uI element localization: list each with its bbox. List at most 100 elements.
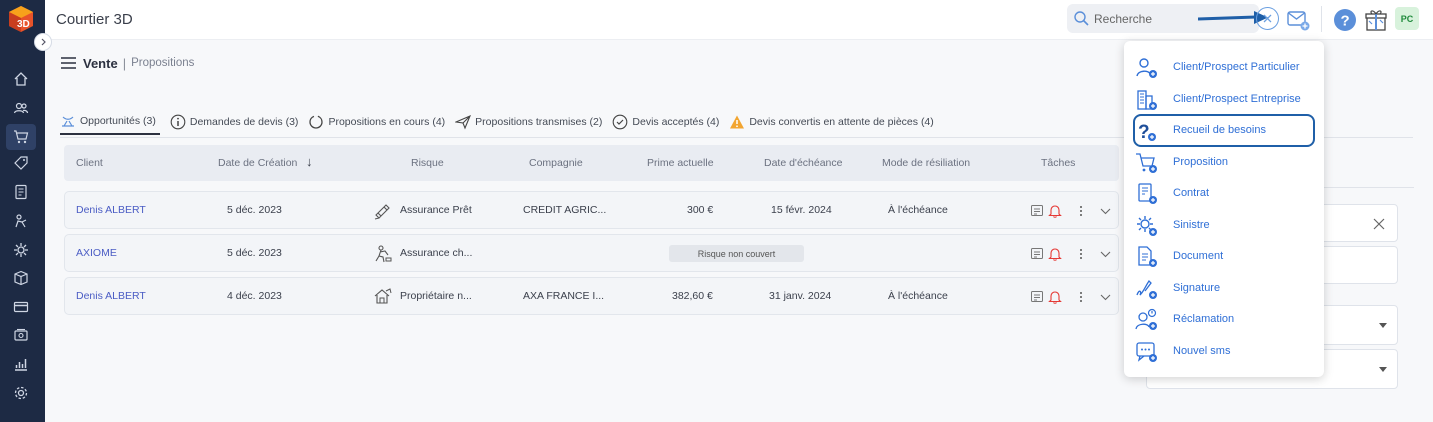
menu-item-claim[interactable]: Sinistre	[1124, 210, 1324, 240]
settings-icon[interactable]	[10, 382, 32, 404]
menu-item-proposal[interactable]: Proposition	[1124, 147, 1324, 177]
menu-item-label: Réclamation	[1173, 313, 1235, 325]
user-avatar[interactable]: PC	[1395, 7, 1419, 30]
tab-quotes-converted[interactable]: Devis convertis en attente de pièces (4)	[729, 109, 934, 135]
breadcrumb-separator: |	[122, 55, 127, 71]
cart-icon[interactable]	[6, 124, 36, 150]
building-add-icon	[1137, 90, 1157, 110]
tab-proposals-sent[interactable]: Propositions transmises (2)	[455, 109, 602, 135]
column-header-client[interactable]: Client	[76, 157, 103, 169]
help-icon: ?	[1334, 9, 1356, 31]
menu-item-complaint[interactable]: Réclamation	[1124, 304, 1324, 334]
box-icon[interactable]	[10, 267, 32, 289]
mail-add-icon	[1287, 11, 1310, 31]
tab-quotes-accepted[interactable]: Devis acceptés (4)	[612, 109, 719, 135]
app-logo[interactable]: 3D	[7, 5, 35, 33]
column-header-premium[interactable]: Prime actuelle	[647, 157, 714, 169]
status-badge: Risque non couvert	[669, 245, 804, 262]
termination-mode: À l'échéance	[888, 290, 948, 302]
help-button[interactable]: ?	[1332, 7, 1358, 33]
send-icon	[455, 114, 472, 129]
claim-icon[interactable]	[10, 210, 32, 232]
termination-mode: À l'échéance	[888, 204, 948, 216]
bell-icon[interactable]	[1047, 246, 1063, 262]
column-header-date[interactable]: Date de Création	[218, 157, 297, 169]
notes-icon[interactable]	[1029, 246, 1045, 262]
notes-icon[interactable]	[1029, 203, 1045, 219]
column-header-risk[interactable]: Risque	[411, 157, 444, 169]
creation-date: 4 déc. 2023	[227, 290, 282, 302]
menu-item-signature[interactable]: Signature	[1124, 273, 1324, 303]
menu-item-label: Nouvel sms	[1173, 345, 1231, 357]
create-menu: Client/Prospect Particulier Client/Prosp…	[1124, 41, 1324, 377]
breadcrumb-page: Propositions	[131, 57, 195, 69]
menu-item-label: Proposition	[1173, 156, 1229, 168]
menu-item-label: Sinistre	[1173, 219, 1210, 231]
mail-button[interactable]	[1285, 7, 1311, 33]
contract-icon[interactable]	[10, 181, 32, 203]
notes-icon[interactable]	[1029, 289, 1045, 305]
menu-item-new-sms[interactable]: Nouvel sms	[1124, 336, 1324, 366]
bell-icon[interactable]	[1047, 289, 1063, 305]
breadcrumb: Vente | Propositions	[61, 55, 194, 71]
app-title: Courtier 3D	[56, 11, 133, 28]
svg-text:?: ?	[1138, 122, 1150, 143]
column-header-tasks[interactable]: Tâches	[1041, 157, 1075, 169]
more-vertical-icon[interactable]	[1073, 246, 1089, 262]
contract-add-icon	[1138, 183, 1157, 204]
menu-icon[interactable]	[61, 57, 76, 69]
gear-badge-icon[interactable]	[10, 239, 32, 261]
gift-button[interactable]	[1363, 7, 1389, 33]
current-premium: 300 €	[687, 204, 714, 216]
cart-add-icon	[1136, 153, 1157, 173]
company-name: CREDIT AGRIC...	[523, 204, 607, 216]
caret-down-icon	[1379, 323, 1387, 328]
table-row[interactable]: Denis ALBERT 5 déc. 2023 Assurance Prêt …	[64, 191, 1119, 229]
tab-opportunities[interactable]: Opportunités (3)	[60, 109, 160, 135]
menu-item-needs-assessment[interactable]: ? Recueil de besoins	[1124, 115, 1324, 145]
company-name: AXA FRANCE I...	[523, 290, 605, 302]
table-row[interactable]: Denis ALBERT 4 déc. 2023 Propriétaire n.…	[64, 277, 1119, 315]
risk-label: Assurance ch...	[400, 247, 473, 259]
card-icon[interactable]	[10, 296, 32, 318]
close-circle-button[interactable]	[1256, 7, 1279, 30]
topbar-divider	[1321, 6, 1322, 32]
menu-item-contract[interactable]: Contrat	[1124, 178, 1324, 208]
client-link[interactable]: Denis ALBERT	[76, 204, 146, 216]
money-icon[interactable]	[10, 324, 32, 346]
due-date: 15 févr. 2024	[771, 204, 832, 216]
menu-item-label: Signature	[1173, 282, 1221, 294]
sidebar-expand-button[interactable]	[34, 33, 52, 51]
tab-quote-requests[interactable]: Demandes de devis (3)	[170, 109, 298, 135]
tag-icon[interactable]	[10, 152, 32, 174]
more-vertical-icon[interactable]	[1073, 203, 1089, 219]
column-header-due-date[interactable]: Date d'échéance	[764, 157, 842, 169]
column-header-company[interactable]: Compagnie	[529, 157, 583, 169]
menu-item-label: Client/Prospect Particulier	[1173, 61, 1300, 73]
proposal-tabs: Opportunités (3) Demandes de devis (3) P…	[60, 106, 944, 137]
more-vertical-icon[interactable]	[1073, 289, 1089, 305]
sort-desc-icon[interactable]: ↓	[306, 154, 313, 169]
bell-icon[interactable]	[1047, 203, 1063, 219]
chevron-down-icon[interactable]	[1097, 203, 1113, 219]
client-link[interactable]: AXIOME	[76, 247, 117, 259]
clear-icon[interactable]	[1373, 218, 1385, 230]
users-icon[interactable]	[10, 97, 32, 119]
chevron-down-icon[interactable]	[1097, 246, 1113, 262]
question-add-icon: ?	[1138, 122, 1156, 143]
client-link[interactable]: Denis ALBERT	[76, 290, 146, 302]
breadcrumb-section[interactable]: Vente	[83, 56, 118, 71]
gift-icon	[1365, 10, 1387, 31]
chevron-down-icon[interactable]	[1097, 289, 1113, 305]
tab-label: Devis acceptés (4)	[632, 115, 720, 128]
menu-item-individual-client[interactable]: Client/Prospect Particulier	[1124, 52, 1324, 82]
home-icon[interactable]	[10, 68, 32, 90]
menu-item-label: Client/Prospect Entreprise	[1173, 93, 1301, 105]
table-row[interactable]: AXIOME 5 déc. 2023 Assurance ch... Risqu…	[64, 234, 1119, 272]
stats-icon[interactable]	[10, 353, 32, 375]
menu-item-company-client[interactable]: Client/Prospect Entreprise	[1124, 84, 1324, 114]
opportunity-icon	[62, 116, 74, 127]
tab-proposals-in-progress[interactable]: Propositions en cours (4)	[308, 109, 445, 135]
column-header-termination[interactable]: Mode de résiliation	[882, 157, 970, 169]
menu-item-document[interactable]: Document	[1124, 241, 1324, 271]
